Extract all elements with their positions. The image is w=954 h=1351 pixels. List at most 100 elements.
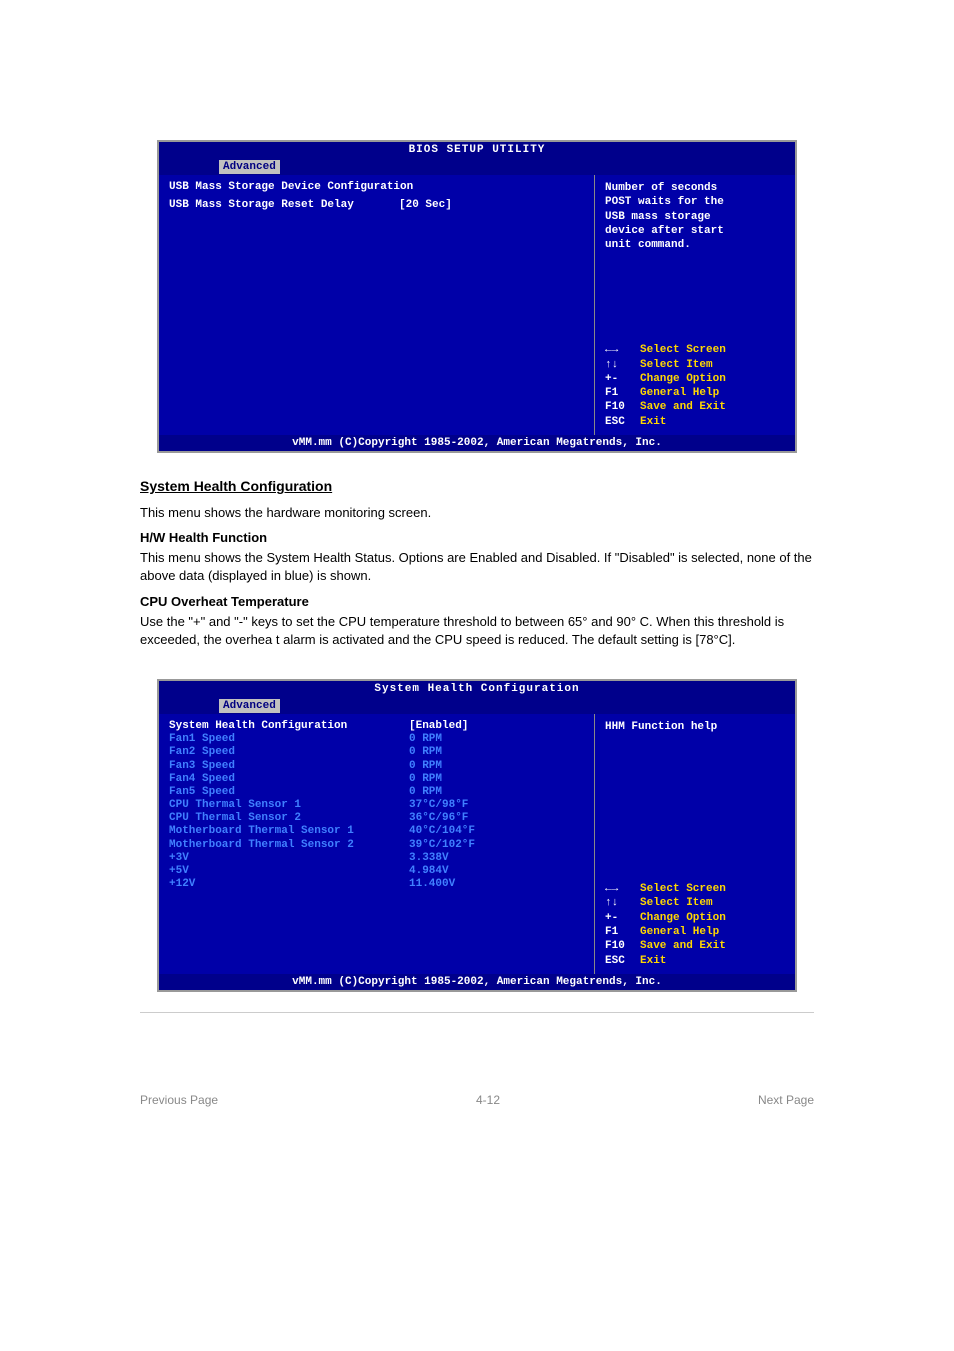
nav-key-updown-icon: ↑↓ <box>605 358 640 372</box>
page-nav: Previous Page 4-12 Next Page <box>100 1093 854 1107</box>
bios-tab-bar: Advanced <box>159 158 795 175</box>
doc-subheading: H/W Health Function <box>140 530 814 545</box>
health-row: +12V11.400V <box>169 878 584 891</box>
health-label: Motherboard Thermal Sensor 2 <box>169 839 409 852</box>
health-label: Fan1 Speed <box>169 733 409 746</box>
nav-key-f10: F10 <box>605 400 640 414</box>
doc-paragraph: Use the "+" and "-" keys to set the CPU … <box>140 613 814 649</box>
bios-screen-health: System Health Configuration Advanced Sys… <box>157 679 797 992</box>
nav-label: Save and Exit <box>640 400 785 414</box>
health-value: 40°C/104°F <box>409 825 475 838</box>
health-row: Motherboard Thermal Sensor 140°C/104°F <box>169 825 584 838</box>
bios-title: System Health Configuration <box>159 681 795 697</box>
health-row: Motherboard Thermal Sensor 239°C/102°F <box>169 839 584 852</box>
usb-reset-delay-item[interactable]: USB Mass Storage Reset Delay [20 Sec] <box>169 199 584 211</box>
item-label: USB Mass Storage Reset Delay <box>169 199 399 211</box>
help-text: Number of seconds POST waits for the USB… <box>605 181 785 252</box>
health-label: Fan2 Speed <box>169 746 409 759</box>
health-row: Fan4 Speed0 RPM <box>169 773 584 786</box>
doc-paragraph: This menu shows the hardware monitoring … <box>140 504 814 522</box>
nav-keys: ←→ Select Screen ↑↓ Select Item +- Chang… <box>605 882 785 968</box>
prev-page-link[interactable]: Previous Page <box>140 1093 218 1107</box>
health-value: 0 RPM <box>409 773 442 786</box>
nav-key-f1: F1 <box>605 925 640 939</box>
bios-right-pane: Number of seconds POST waits for the USB… <box>595 175 795 435</box>
health-label: +12V <box>169 878 409 891</box>
health-value: [Enabled] <box>409 720 468 733</box>
health-label: System Health Configuration <box>169 720 409 733</box>
help-line: Number of seconds <box>605 181 785 195</box>
health-label: +3V <box>169 852 409 865</box>
health-value: 4.984V <box>409 865 449 878</box>
health-value: 36°C/96°F <box>409 812 468 825</box>
nav-label: Select Screen <box>640 882 785 896</box>
nav-label: Exit <box>640 415 785 429</box>
nav-label: Select Item <box>640 358 785 372</box>
health-label: CPU Thermal Sensor 2 <box>169 812 409 825</box>
health-row: CPU Thermal Sensor 236°C/96°F <box>169 812 584 825</box>
divider <box>140 1012 814 1013</box>
health-value: 0 RPM <box>409 733 442 746</box>
health-row: +5V4.984V <box>169 865 584 878</box>
bios-tab-bar: Advanced <box>159 697 795 714</box>
section-heading: USB Mass Storage Device Configuration <box>169 181 584 193</box>
bios-right-pane: HHM Function help ←→ Select Screen ↑↓ Se… <box>595 714 795 974</box>
health-value: 37°C/98°F <box>409 799 468 812</box>
help-line: unit command. <box>605 238 785 252</box>
health-label: Fan4 Speed <box>169 773 409 786</box>
nav-label: Exit <box>640 954 785 968</box>
health-label: +5V <box>169 865 409 878</box>
bios-title: BIOS SETUP UTILITY <box>159 142 795 158</box>
bios-left-pane: USB Mass Storage Device Configuration US… <box>159 175 595 435</box>
doc-subheading: CPU Overheat Temperature <box>140 594 814 609</box>
nav-label: General Help <box>640 925 785 939</box>
health-row: Fan5 Speed0 RPM <box>169 786 584 799</box>
tab-advanced[interactable]: Advanced <box>219 699 280 713</box>
nav-label: Change Option <box>640 911 785 925</box>
bios-body: System Health Configuration[Enabled]Fan1… <box>159 714 795 974</box>
health-row[interactable]: System Health Configuration[Enabled] <box>169 720 584 733</box>
nav-key-updown-icon: ↑↓ <box>605 896 640 910</box>
page-number: 4-12 <box>476 1093 500 1107</box>
nav-key-plusminus: +- <box>605 911 640 925</box>
health-label: Motherboard Thermal Sensor 1 <box>169 825 409 838</box>
health-label: CPU Thermal Sensor 1 <box>169 799 409 812</box>
nav-key-esc: ESC <box>605 415 640 429</box>
health-row: Fan3 Speed0 RPM <box>169 760 584 773</box>
health-value: 0 RPM <box>409 786 442 799</box>
health-row: Fan2 Speed0 RPM <box>169 746 584 759</box>
tab-advanced[interactable]: Advanced <box>219 160 280 174</box>
nav-key-f1: F1 <box>605 386 640 400</box>
nav-key-arrows-icon: ←→ <box>605 343 640 357</box>
help-line: POST waits for the <box>605 195 785 209</box>
bios-body: USB Mass Storage Device Configuration US… <box>159 175 795 435</box>
doc-heading: System Health Configuration <box>140 478 814 494</box>
help-text: HHM Function help <box>605 720 785 734</box>
page-nav-controls: 4-12 <box>476 1093 500 1107</box>
bios-screen-usb: BIOS SETUP UTILITY Advanced USB Mass Sto… <box>157 140 797 453</box>
bios-left-pane: System Health Configuration[Enabled]Fan1… <box>159 714 595 974</box>
health-value: 0 RPM <box>409 746 442 759</box>
doc-paragraph: This menu shows the System Health Status… <box>140 549 814 585</box>
bios-footer: vMM.mm (C)Copyright 1985-2002, American … <box>159 974 795 990</box>
health-value: 3.338V <box>409 852 449 865</box>
nav-key-f10: F10 <box>605 939 640 953</box>
nav-label: Save and Exit <box>640 939 785 953</box>
health-row: CPU Thermal Sensor 137°C/98°F <box>169 799 584 812</box>
nav-label: Select Screen <box>640 343 785 357</box>
nav-label: Change Option <box>640 372 785 386</box>
health-label: Fan3 Speed <box>169 760 409 773</box>
nav-key-esc: ESC <box>605 954 640 968</box>
document-page: BIOS SETUP UTILITY Advanced USB Mass Sto… <box>0 140 954 1107</box>
help-line: USB mass storage <box>605 210 785 224</box>
nav-label: General Help <box>640 386 785 400</box>
item-value: [20 Sec] <box>399 199 452 211</box>
health-value: 0 RPM <box>409 760 442 773</box>
health-value: 11.400V <box>409 878 455 891</box>
next-page-link[interactable]: Next Page <box>758 1093 814 1107</box>
nav-key-arrows-icon: ←→ <box>605 882 640 896</box>
nav-label: Select Item <box>640 896 785 910</box>
nav-key-plusminus: +- <box>605 372 640 386</box>
health-row: +3V3.338V <box>169 852 584 865</box>
help-line: device after start <box>605 224 785 238</box>
